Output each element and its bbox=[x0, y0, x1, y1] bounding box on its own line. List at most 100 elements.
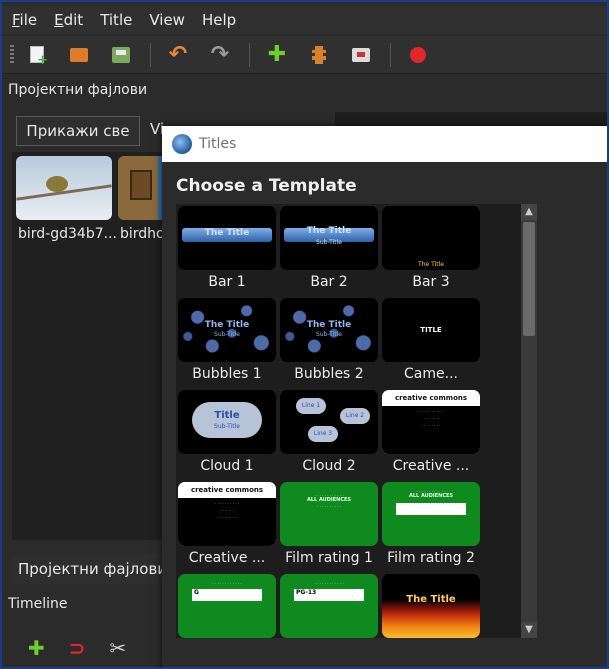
save-project-icon bbox=[112, 46, 130, 63]
cc-logo-text: creative commons bbox=[382, 390, 480, 406]
save-project-button[interactable] bbox=[108, 42, 134, 68]
new-project-button[interactable] bbox=[24, 42, 50, 68]
cc-fine-print: . . . . . . . . bbox=[217, 514, 237, 519]
dialog-titlebar[interactable]: Titles bbox=[162, 126, 607, 162]
template-bubbles-1[interactable]: The Title Sub-Title Bubbles 1 bbox=[178, 298, 276, 390]
redo-button[interactable]: ↷ bbox=[207, 42, 233, 68]
template-bar-2[interactable]: The Title Sub-Title Bar 2 bbox=[280, 206, 378, 298]
scroll-down-arrow-icon[interactable]: ▼ bbox=[521, 622, 537, 638]
timeline-toolbar: ✚ ⊃ ✂ bbox=[28, 636, 150, 660]
snapping-magnet-icon[interactable]: ⊃ bbox=[69, 636, 86, 660]
template-film-rating-g[interactable]: . . . . . . . . . . . . G bbox=[178, 574, 276, 638]
template-cloud-2[interactable]: Line 1 Line 2 Line 3 Cloud 2 bbox=[280, 390, 378, 482]
rating-text: ALL AUDIENCES bbox=[408, 493, 454, 499]
menu-view[interactable]: View bbox=[149, 11, 185, 29]
razor-scissors-icon[interactable]: ✂ bbox=[110, 636, 127, 660]
scrollbar-thumb[interactable] bbox=[523, 222, 535, 336]
app-window: File Edit Title View Help ↶ ↷ ✚ Пројектн… bbox=[0, 0, 609, 669]
thumb-title-text: The Title bbox=[204, 320, 250, 330]
template-thumbnail: The Title Sub-Title bbox=[280, 298, 378, 362]
template-label: Film rating 2 bbox=[387, 550, 475, 566]
choose-template-heading: Choose a Template bbox=[176, 176, 357, 196]
template-label: Bar 2 bbox=[310, 274, 348, 290]
template-film-rating-1[interactable]: . . . . . . . . . . . . ALL AUDIENCES . … bbox=[280, 482, 378, 574]
template-thumbnail: . . . . . . . . . . . . ALL AUDIENCES bbox=[382, 482, 480, 546]
undo-icon: ↶ bbox=[168, 42, 188, 67]
profile-button[interactable] bbox=[306, 42, 332, 68]
toolbar: ↶ ↷ ✚ bbox=[2, 36, 607, 74]
template-label: Film rating 1 bbox=[285, 550, 373, 566]
import-files-icon: ✚ bbox=[267, 42, 287, 67]
toolbar-separator bbox=[390, 42, 391, 67]
rating-fine-print: . . . . . . . . . . . . bbox=[212, 580, 242, 585]
template-grid: The Title Bar 1 The Title Sub-Title Bar … bbox=[176, 204, 521, 638]
record-icon bbox=[410, 46, 426, 63]
template-creative-commons-2[interactable]: creative commons . . . . . . . . . . . .… bbox=[178, 482, 276, 574]
cc-fine-print: . . . . . . bbox=[424, 415, 438, 420]
file-name[interactable]: birdho bbox=[120, 226, 165, 242]
template-thumbnail: Line 1 Line 2 Line 3 bbox=[280, 390, 378, 454]
template-creative-commons-1[interactable]: creative commons . . . . . . . . . . . .… bbox=[382, 390, 480, 482]
thumb-title-text: The Title bbox=[418, 261, 444, 268]
thumb-subtitle-text: Sub-Title bbox=[316, 239, 342, 246]
file-thumbnail[interactable] bbox=[16, 156, 112, 220]
open-project-button[interactable] bbox=[66, 42, 92, 68]
export-icon bbox=[352, 47, 370, 62]
project-files-list: bird-gd34b7... birdho bbox=[12, 152, 214, 540]
thumb-title-text: TITLE bbox=[420, 326, 442, 334]
dialog-title: Titles bbox=[199, 136, 237, 152]
show-all-tab[interactable]: Прикажи све bbox=[16, 116, 140, 146]
template-label: Creative ... bbox=[188, 550, 266, 566]
project-files-title: Пројектни фајлови bbox=[8, 82, 148, 98]
add-track-icon[interactable]: ✚ bbox=[28, 636, 45, 660]
thumb-subtitle-text: Sub-Title bbox=[316, 331, 342, 338]
template-scrollbar[interactable]: ▲ ▼ bbox=[521, 204, 537, 638]
template-camera[interactable]: TITLE Came... bbox=[382, 298, 480, 390]
export-button[interactable] bbox=[348, 42, 374, 68]
menu-help[interactable]: Help bbox=[202, 11, 236, 29]
cc-body: . . . . . . . . . . . . . . . . . . . . … bbox=[382, 406, 480, 454]
thumb-title-text: Title bbox=[214, 410, 240, 421]
template-thumbnail: The Title Sub-Title bbox=[280, 206, 378, 270]
template-film-rating-2[interactable]: . . . . . . . . . . . . ALL AUDIENCES Fi… bbox=[382, 482, 480, 574]
file-name[interactable]: bird-gd34b7... bbox=[18, 226, 117, 242]
import-files-button[interactable]: ✚ bbox=[264, 42, 290, 68]
template-thumbnail: The Title Sub-Title bbox=[178, 298, 276, 362]
cc-fine-print: . . . . . . . . . . bbox=[214, 500, 240, 505]
undo-button[interactable]: ↶ bbox=[165, 42, 191, 68]
cc-fine-print: . . . . . . . . . . bbox=[418, 408, 444, 413]
template-label: Bar 3 bbox=[412, 274, 450, 290]
template-thumbnail: . . . . . . . . . . . . ALL AUDIENCES . … bbox=[280, 482, 378, 546]
project-files-bottom-tab[interactable]: Пројектни фајлови bbox=[12, 554, 172, 584]
template-thumbnail: creative commons . . . . . . . . . . . .… bbox=[382, 390, 480, 454]
template-bubbles-2[interactable]: The Title Sub-Title Bubbles 2 bbox=[280, 298, 378, 390]
template-thumbnail: . . . . . . . . . . . . PG-13 bbox=[280, 574, 378, 638]
template-label: Bar 1 bbox=[208, 274, 246, 290]
menu-edit[interactable]: Edit bbox=[54, 11, 83, 29]
template-cloud-1[interactable]: Title Sub-Title Cloud 1 bbox=[178, 390, 276, 482]
menu-file[interactable]: File bbox=[12, 11, 37, 29]
template-thumbnail: The Title bbox=[382, 574, 480, 638]
record-button[interactable] bbox=[405, 42, 431, 68]
template-label: Cloud 1 bbox=[200, 458, 254, 474]
template-film-rating-pg13[interactable]: . . . . . . . . . . . . PG-13 bbox=[280, 574, 378, 638]
timeline-label: Timeline bbox=[8, 596, 68, 612]
thumb-line-3: Line 3 bbox=[308, 426, 338, 442]
rating-fine-print: . . . . . . . . . . . . bbox=[314, 580, 344, 585]
scroll-up-arrow-icon[interactable]: ▲ bbox=[521, 204, 537, 220]
template-thumbnail: The Title bbox=[178, 206, 276, 270]
new-project-icon bbox=[30, 46, 48, 68]
template-fire[interactable]: The Title bbox=[382, 574, 480, 638]
menu-bar: File Edit Title View Help bbox=[2, 6, 607, 34]
template-thumbnail: The Title bbox=[382, 206, 480, 270]
template-bar-3[interactable]: The Title Bar 3 bbox=[382, 206, 480, 298]
toolbar-grip[interactable] bbox=[10, 44, 14, 65]
template-label: Bubbles 2 bbox=[294, 366, 364, 382]
template-label: Came... bbox=[404, 366, 458, 382]
menu-file-rest: ile bbox=[19, 11, 38, 29]
menu-file-mnemonic: F bbox=[12, 11, 20, 29]
template-bar-1[interactable]: The Title Bar 1 bbox=[178, 206, 276, 298]
template-label: Bubbles 1 bbox=[192, 366, 262, 382]
template-label: Creative ... bbox=[392, 458, 470, 474]
menu-title[interactable]: Title bbox=[100, 11, 132, 29]
